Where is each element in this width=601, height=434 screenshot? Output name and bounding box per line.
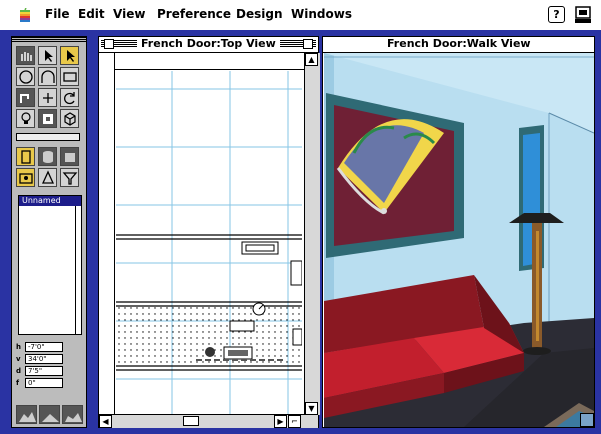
funnel-tool-icon[interactable] bbox=[60, 168, 79, 187]
coord-h-field[interactable]: -7'0" bbox=[25, 342, 63, 352]
coord-row-d: d 7'5" bbox=[16, 366, 80, 378]
arc-tool-icon[interactable] bbox=[38, 67, 57, 86]
top-view-title: French Door:Top View bbox=[137, 37, 280, 51]
name-panel-scrollbar[interactable] bbox=[75, 206, 81, 334]
top-view-title-bar[interactable]: French Door:Top View bbox=[99, 37, 318, 53]
cylinder-tool-icon[interactable] bbox=[38, 147, 57, 166]
top-view-vertical-scrollbar[interactable]: ▲ ▼ bbox=[304, 53, 320, 415]
cube-tool-icon[interactable] bbox=[60, 109, 79, 128]
walk-view-title: French Door:Walk View bbox=[383, 37, 535, 51]
room-scene bbox=[324, 53, 594, 427]
coord-label: h bbox=[16, 343, 21, 351]
scroll-right-icon[interactable]: ▶ bbox=[274, 415, 287, 428]
rotate-tool-icon[interactable] bbox=[60, 88, 79, 107]
walk-view-title-bar[interactable]: French Door:Walk View bbox=[323, 37, 594, 53]
menu-windows[interactable]: Windows bbox=[291, 7, 352, 21]
coord-row-h: h -7'0" bbox=[16, 342, 80, 354]
scroll-thumb[interactable] bbox=[183, 416, 199, 426]
object-name-panel: Unnamed bbox=[18, 195, 82, 335]
arrow-select-tool-icon[interactable] bbox=[60, 46, 79, 65]
object-name-title: Unnamed bbox=[19, 196, 81, 206]
application-menu-icon[interactable] bbox=[574, 5, 592, 25]
scroll-up-icon[interactable]: ▲ bbox=[305, 53, 318, 66]
palette-slider[interactable] bbox=[16, 133, 80, 141]
floor-plan-canvas[interactable] bbox=[116, 71, 302, 414]
walk-view-render[interactable] bbox=[324, 53, 594, 427]
box-tool-icon[interactable] bbox=[60, 147, 79, 166]
zoom-box-icon[interactable] bbox=[303, 39, 313, 49]
terrain-view-1-icon[interactable] bbox=[16, 405, 37, 424]
cone-tool-icon[interactable] bbox=[38, 168, 57, 187]
coord-row-f: f 0" bbox=[16, 378, 80, 390]
menu-edit[interactable]: Edit bbox=[78, 7, 105, 21]
add-point-tool-icon[interactable] bbox=[38, 88, 57, 107]
scroll-left-icon[interactable]: ◀ bbox=[99, 415, 112, 428]
coord-label: f bbox=[16, 379, 20, 387]
menu-preference[interactable]: Preference bbox=[157, 7, 231, 21]
close-box-icon[interactable] bbox=[104, 39, 114, 49]
walk-view-window: French Door:Walk View bbox=[322, 36, 595, 428]
coord-v-field[interactable]: 34'0" bbox=[25, 354, 63, 364]
tool-palette: Unnamed h -7'0" v 34'0" d 7'5" f 0" bbox=[11, 36, 87, 428]
circle-tool-icon[interactable] bbox=[16, 67, 35, 86]
horizontal-ruler bbox=[99, 53, 304, 70]
menu-design[interactable]: Design bbox=[236, 7, 283, 21]
vertical-ruler bbox=[99, 53, 115, 415]
pointer-tool-icon[interactable] bbox=[38, 46, 57, 65]
menu-file[interactable]: File bbox=[45, 7, 70, 21]
lightbulb-tool-icon[interactable] bbox=[16, 109, 35, 128]
terrain-view-2-icon[interactable] bbox=[39, 405, 60, 424]
coord-f-field[interactable]: 0" bbox=[25, 378, 63, 388]
menu-bar: File Edit View Preference Design Windows… bbox=[0, 0, 601, 30]
rectangle-tool-icon[interactable] bbox=[60, 67, 79, 86]
hand-tool-icon[interactable] bbox=[16, 46, 35, 65]
top-view-horizontal-scrollbar[interactable]: ◀ ▶ ⌐ bbox=[99, 414, 318, 428]
coord-label: v bbox=[16, 355, 21, 363]
walk-view-resize-icon[interactable] bbox=[580, 413, 594, 427]
material-tool-icon[interactable] bbox=[38, 109, 57, 128]
camera-tool-icon[interactable] bbox=[16, 168, 35, 187]
coord-label: d bbox=[16, 367, 22, 375]
wall-tool-icon[interactable] bbox=[16, 88, 35, 107]
apple-menu-icon[interactable] bbox=[18, 8, 32, 22]
top-view-window: French Door:Top View ▲ ▼ ◀ ▶ ⌐ bbox=[98, 36, 320, 428]
terrain-view-3-icon[interactable] bbox=[62, 405, 83, 424]
palette-drag-bar[interactable] bbox=[12, 37, 86, 43]
help-button[interactable]: ? bbox=[548, 6, 565, 23]
coord-row-v: v 34'0" bbox=[16, 354, 80, 366]
menu-view[interactable]: View bbox=[113, 7, 145, 21]
coord-d-field[interactable]: 7'5" bbox=[25, 366, 63, 376]
door-tool-icon[interactable] bbox=[16, 147, 35, 166]
floor-plan-drawing bbox=[116, 71, 302, 414]
resize-box-icon[interactable]: ⌐ bbox=[288, 415, 301, 428]
